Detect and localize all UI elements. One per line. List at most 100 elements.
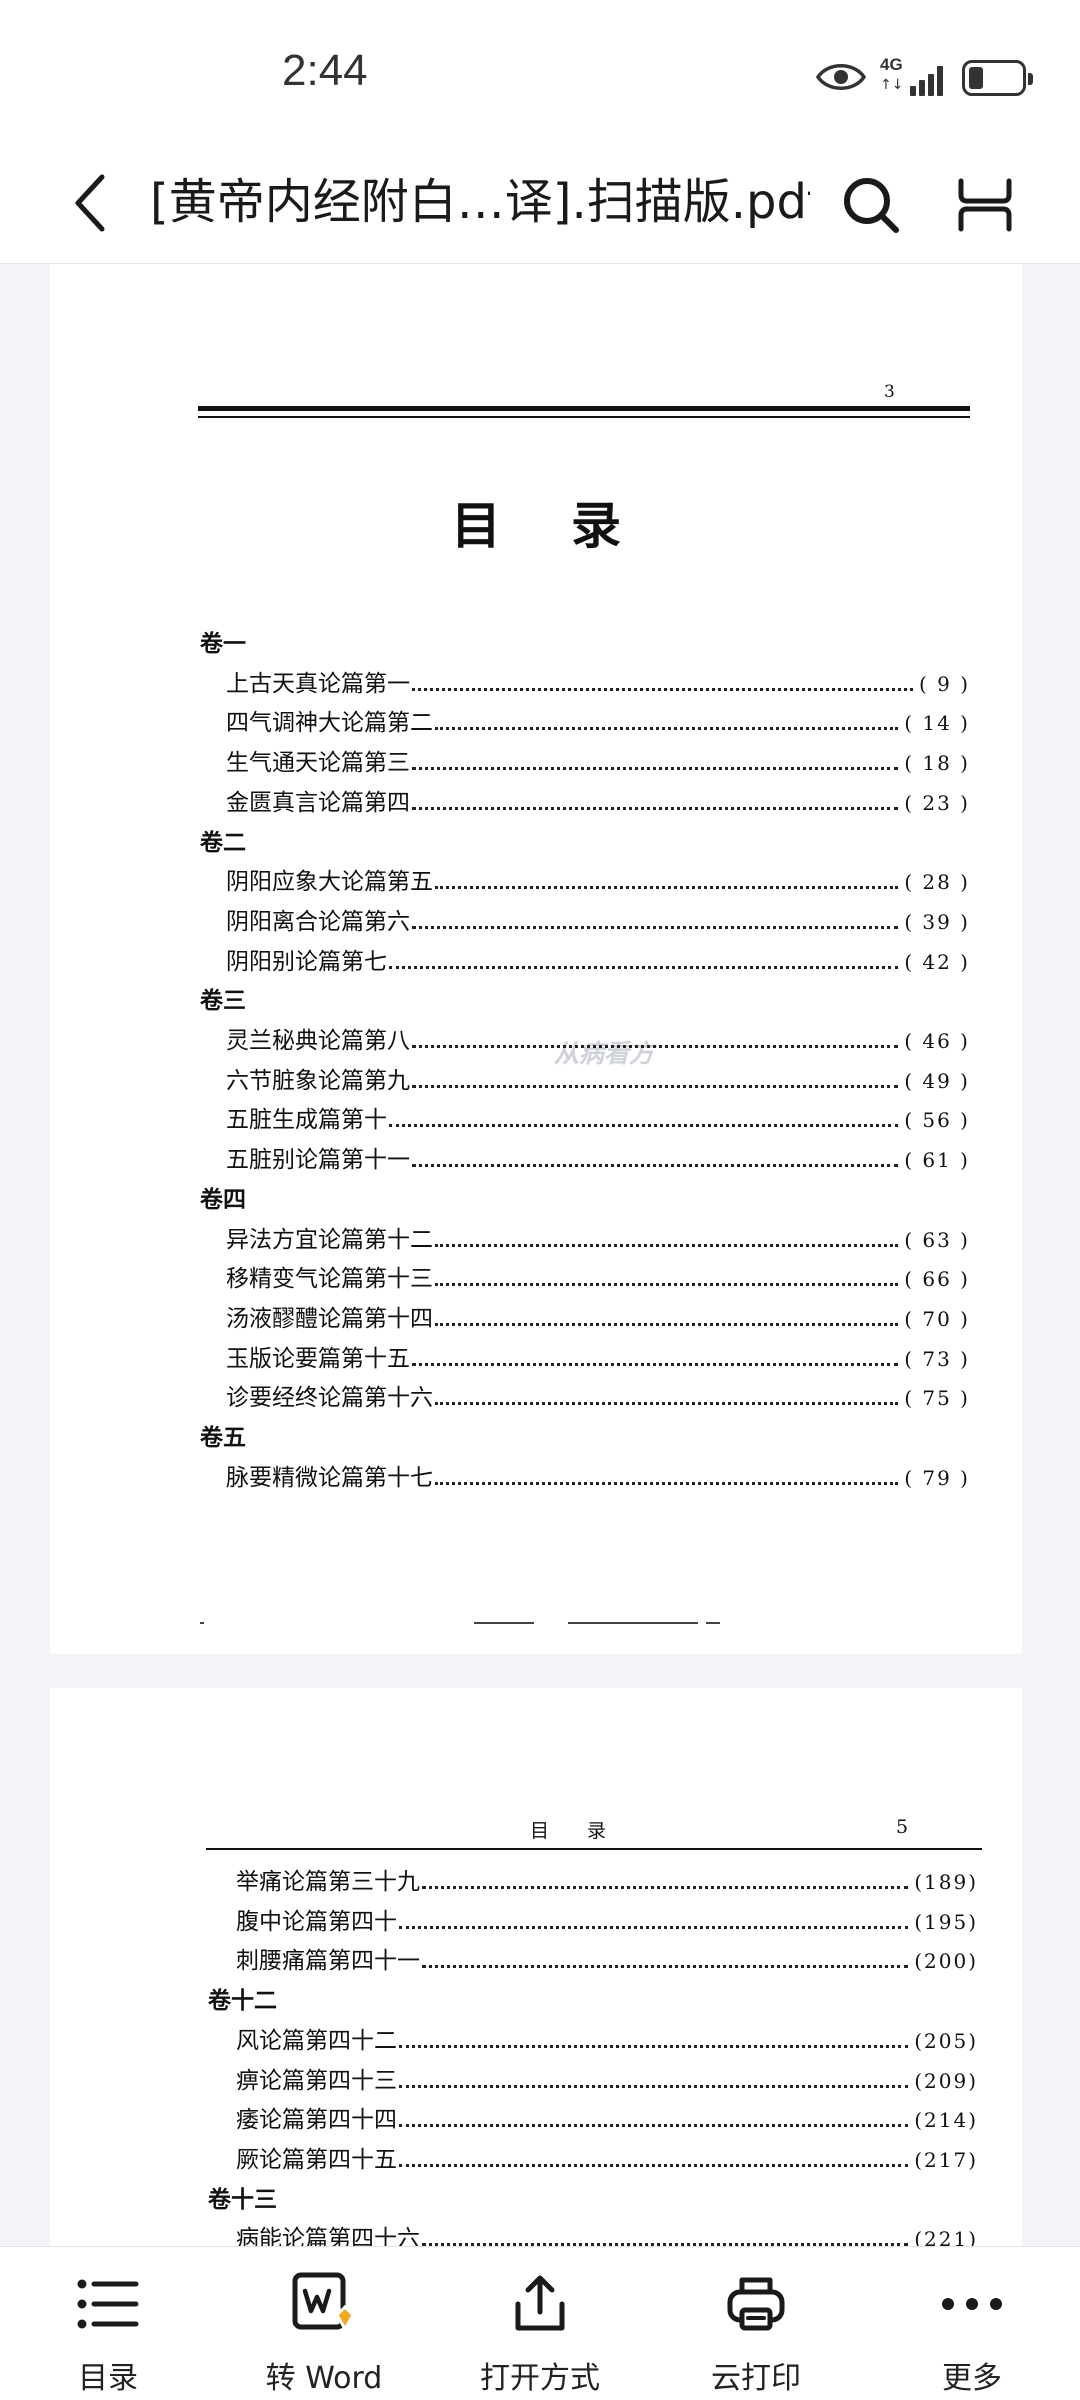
volume-label: 卷四 [200, 1185, 246, 1213]
toc-entry-page: ( 23 ) [904, 790, 970, 815]
app-header: [黄帝内经附白…译].扫描版.pdf [0, 150, 1080, 264]
chevron-left-icon [75, 174, 105, 232]
toc-entry: 四气调神大论篇第二 ( 14 ) [226, 703, 970, 737]
document-title: [黄帝内经附白…译].扫描版.pdf [150, 174, 810, 230]
dot-leader [435, 727, 899, 731]
toc-entry-page: ( 73 ) [904, 1346, 970, 1371]
toc-list: 卷一上古天真论篇第一 ( 9 ) 四气调神大论篇第二 ( 14 ) 生气通天论篇第三 ( … [50, 264, 1022, 1654]
toc-entry: 阴阳应象大论篇第五 ( 28 ) [226, 862, 970, 896]
toc-entry-title: 上古天真论篇第一 [226, 670, 410, 697]
toc-entry-title: 阴阳应象大论篇第五 [226, 869, 433, 896]
pdf-viewer[interactable]: 3 目录 从病看方 卷一 上古天真论篇第一( 9 ) 四气调神大论篇第二( 14 )… [0, 264, 1080, 2246]
dot-leader [435, 1402, 899, 1406]
toc-entry: 阴阳离合论篇第六 ( 39 ) [226, 902, 970, 936]
toc-entry-title: 异法方宜论篇第十二 [226, 1226, 433, 1253]
toc-entry-page: ( 9 ) [918, 671, 970, 696]
toc-entry-title: 汤液醪醴论篇第十四 [226, 1305, 433, 1332]
toc-entry-title: 五脏生成篇第十 [226, 1107, 387, 1134]
toc-entry-title: 四气调神大论篇第二 [226, 710, 433, 737]
toc-entry-page: ( 63 ) [904, 1227, 970, 1252]
dot-leader [435, 1283, 899, 1287]
toc-entry: 移精变气论篇第十三 ( 66 ) [226, 1259, 970, 1293]
network-type: 4G [880, 55, 903, 74]
eye-comfort-icon [816, 64, 866, 90]
exit-reader-button[interactable] [950, 170, 1020, 240]
toc-entry-title: 脉要精微论篇第十七 [226, 1464, 433, 1491]
cloud-print-button[interactable]: 云打印 [666, 2247, 846, 2400]
convert-word-icon [292, 2272, 355, 2333]
toc-entry-title: 风论篇第四十二 [236, 2027, 397, 2054]
toc-entry: 生气通天论篇第三 ( 18 ) [226, 743, 970, 777]
toc-entry-title: 灵兰秘典论篇第八 [226, 1028, 410, 1054]
toc-entry: 厥论篇第四十五 (217) [236, 2140, 978, 2174]
volume-label: 卷十三 [208, 2185, 277, 2213]
toc-entry: 痿论篇第四十四 (214) [236, 2100, 978, 2134]
more-button[interactable]: 更多 [882, 2247, 1062, 2400]
toc-entry-page: ( 14 ) [904, 711, 970, 736]
toc-entry-page: ( 66 ) [904, 1267, 970, 1292]
toc-entry-page: ( 39 ) [904, 909, 970, 934]
toc-entry: 灵兰秘典论篇第八 ( 46 ) [226, 1021, 970, 1055]
dot-leader [389, 1124, 899, 1128]
more-label: 更多 [942, 2361, 1002, 2396]
network-arrows: ↑↓ [880, 77, 904, 93]
volume-label: 卷一 [200, 630, 246, 657]
toc-entry: 刺腰痛篇第四十一 (200) [236, 1941, 978, 1975]
toc-entry-page: ( 75 ) [904, 1386, 970, 1411]
dot-leader [435, 886, 899, 890]
toc-entry-page: ( 79 ) [904, 1465, 970, 1490]
toc-button[interactable]: 目录 [18, 2247, 198, 2400]
toc-entry-title: 移精变气论篇第十三 [226, 1266, 433, 1293]
dot-leader [435, 1322, 899, 1326]
scan-artifacts [200, 1622, 720, 1628]
battery-icon [962, 60, 1033, 96]
toc-entry-title: 阴阳别论篇第七 [226, 948, 387, 975]
dot-leader [412, 925, 899, 929]
toc-list: 举痛论篇第三十九 (189) 腹中论篇第四十 (195) 刺腰痛篇第四十一 (200) 卷十… [50, 1688, 1022, 2246]
toc-entry-title: 生气通天论篇第三 [226, 750, 410, 777]
convert-word-button[interactable]: 转 Word [234, 2247, 414, 2400]
toc-entry: 举痛论篇第三十九 (189) [236, 1862, 978, 1896]
toc-entry-page: ( 42 ) [904, 949, 970, 974]
status-bar: 2:44 4G ↑↓ [0, 0, 1080, 150]
toc-entry-title: 玉版论要篇第十五 [226, 1345, 410, 1372]
exit-fullscreen-icon [958, 178, 1012, 232]
search-button[interactable] [836, 170, 906, 240]
volume-label: 卷三 [200, 987, 246, 1015]
dot-leader [422, 1886, 909, 1889]
dot-leader [412, 1164, 899, 1168]
toc-entry: 风论篇第四十二 (205) [236, 2021, 978, 2055]
dot-leader [435, 1243, 899, 1247]
toc-entry-page: (221) [914, 2227, 978, 2246]
toc-entry-page: (217) [914, 2147, 978, 2172]
toc-entry-page: (214) [914, 2108, 978, 2133]
dot-leader [412, 806, 899, 810]
toc-entry: 脉要精微论篇第十七 ( 79 ) [226, 1458, 970, 1492]
list-icon [77, 2279, 139, 2329]
toc-entry: 五脏生成篇第十 ( 56 ) [226, 1100, 970, 1134]
toc-entry-title: 五脏别论篇第十一 [226, 1147, 410, 1174]
pdf-page: 3 目录 从病看方 卷一 上古天真论篇第一( 9 ) 四气调神大论篇第二( 14 )… [50, 264, 1022, 1654]
toc-entry: 汤液醪醴论篇第十四 ( 70 ) [226, 1299, 970, 1333]
toc-entry-page: (209) [914, 2068, 978, 2093]
volume-label: 卷二 [200, 828, 246, 856]
convert-word-label: 转 Word [265, 2361, 383, 2396]
toc-entry: 六节脏象论篇第九 ( 49 ) [226, 1061, 970, 1095]
cloud-print-label: 云打印 [711, 2361, 801, 2396]
toc-entry-title: 痹论篇第四十三 [236, 2067, 397, 2094]
dot-leader [412, 1045, 899, 1048]
more-icon [942, 2298, 1002, 2310]
toc-entry-page: ( 18 ) [904, 751, 970, 776]
toc-entry-page: (205) [914, 2028, 978, 2053]
dot-leader [399, 2044, 909, 2048]
toc-entry-page: ( 46 ) [904, 1029, 970, 1053]
back-button[interactable] [60, 168, 120, 238]
open-with-button[interactable]: 打开方式 [450, 2247, 630, 2400]
toc-entry-title: 病能论篇第四十六 [236, 2226, 420, 2246]
dot-leader [412, 687, 913, 691]
toc-entry-page: ( 56 ) [904, 1108, 970, 1133]
toc-entry: 痹论篇第四十三 (209) [236, 2061, 978, 2095]
printer-icon [727, 2277, 785, 2331]
toc-entry: 异法方宜论篇第十二 ( 63 ) [226, 1220, 970, 1254]
signal-indicator: 4G ↑↓ [880, 56, 950, 100]
